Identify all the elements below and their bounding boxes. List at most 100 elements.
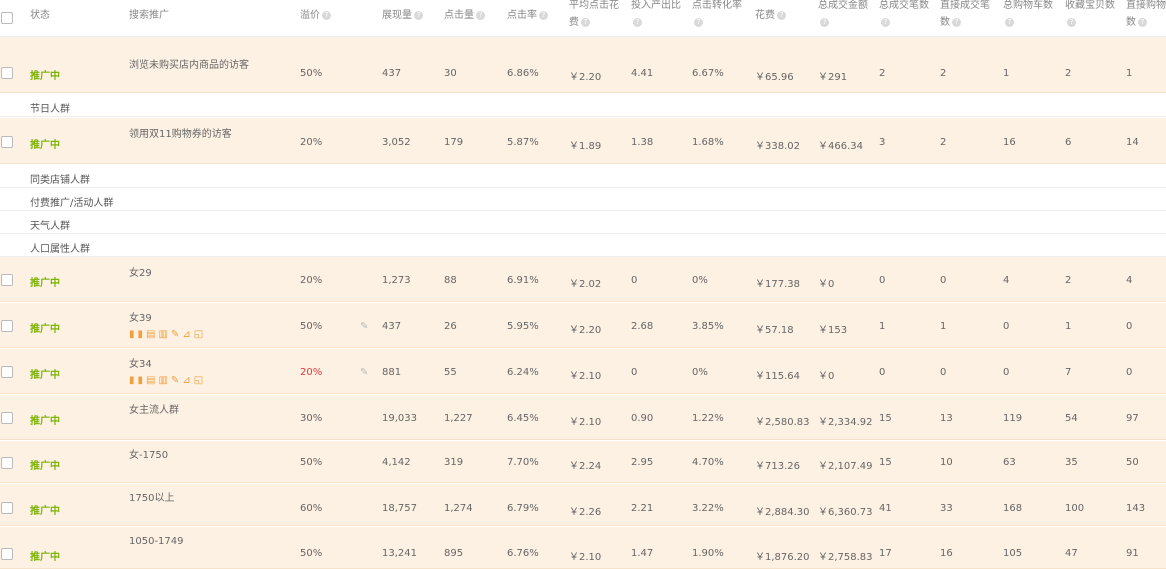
help-icon[interactable]: ? bbox=[414, 10, 423, 20]
premium[interactable]: 50% bbox=[300, 321, 322, 332]
report-icon[interactable]: ◱ bbox=[194, 329, 206, 340]
help-icon[interactable]: ? bbox=[881, 17, 890, 27]
roi: 0.90 bbox=[631, 413, 654, 424]
cost: ￥65.96 bbox=[755, 72, 794, 83]
row-checkbox[interactable] bbox=[1, 457, 13, 469]
row-checkbox[interactable] bbox=[1, 67, 13, 79]
premium[interactable]: 20% bbox=[300, 275, 322, 286]
premium[interactable]: 50% bbox=[300, 68, 322, 79]
table-row: 推广中 1750以上 60% 18,757 1,274 6.79% ￥2.26 … bbox=[0, 484, 1166, 526]
edit-icon[interactable]: ✎ bbox=[171, 329, 182, 340]
total-gmv: ￥291 bbox=[818, 72, 848, 83]
row-checkbox[interactable] bbox=[1, 274, 13, 286]
edit-icon[interactable]: ✎ bbox=[171, 375, 182, 386]
total-orders: 15 bbox=[879, 457, 892, 468]
pencil-icon[interactable]: ✎ bbox=[360, 321, 368, 332]
cost: ￥338.02 bbox=[755, 141, 800, 152]
premium[interactable]: 30% bbox=[300, 413, 322, 424]
row-checkbox[interactable] bbox=[1, 548, 13, 560]
direct-cart: 50 bbox=[1126, 457, 1139, 468]
row-checkbox[interactable] bbox=[1, 320, 13, 332]
table-row: 推广中 1050-1749 50% 13,241 895 6.76% ￥2.10… bbox=[0, 527, 1166, 569]
avg-cpc: ￥2.26 bbox=[569, 507, 602, 518]
cvr: 3.85% bbox=[692, 321, 724, 332]
direct-orders: 2 bbox=[940, 68, 947, 79]
delete-icon[interactable]: ▥ bbox=[158, 375, 170, 386]
chart-icon[interactable]: ⊿ bbox=[182, 329, 193, 340]
pencil-icon[interactable]: ✎ bbox=[360, 367, 368, 378]
header-avg-cpc[interactable]: 平均点击花费? bbox=[569, 0, 619, 31]
table-row: 推广中 女34 ▮▮▤▥✎⊿◱ 20% ✎ 881 55 6.24% ￥2.10… bbox=[0, 349, 1166, 394]
pause-icon[interactable]: ▮▮ bbox=[129, 329, 146, 340]
target-name: 浏览未购买店内商品的访客 bbox=[129, 60, 249, 71]
row-checkbox[interactable] bbox=[1, 136, 13, 148]
help-icon[interactable]: ? bbox=[694, 17, 703, 27]
header-direct-cart[interactable]: 直接购物车数? bbox=[1126, 0, 1166, 31]
group-header: 付费推广/活动人群 bbox=[0, 188, 1166, 211]
chart-icon[interactable]: ⊿ bbox=[182, 375, 193, 386]
group-header: 人口属性人群 bbox=[0, 234, 1166, 257]
group-label: 付费推广/活动人群 bbox=[30, 198, 114, 209]
header-cart[interactable]: 总购物车数? bbox=[1003, 0, 1053, 31]
cvr: 3.22% bbox=[692, 503, 724, 514]
total-gmv: ￥6,360.73 bbox=[818, 507, 873, 518]
clipboard-icon[interactable]: ▤ bbox=[146, 329, 158, 340]
ctr: 6.76% bbox=[507, 548, 539, 559]
premium[interactable]: 20% bbox=[300, 137, 322, 148]
pause-icon[interactable]: ▮▮ bbox=[129, 375, 146, 386]
header-clicks[interactable]: 点击量? bbox=[444, 7, 485, 24]
header-fav[interactable]: 收藏宝贝数? bbox=[1065, 0, 1115, 31]
total-orders: 2 bbox=[879, 68, 886, 79]
ctr: 6.79% bbox=[507, 503, 539, 514]
status-badge: 推广中 bbox=[30, 324, 60, 335]
roi: 1.47 bbox=[631, 548, 654, 559]
help-icon[interactable]: ? bbox=[952, 17, 961, 27]
row-checkbox[interactable] bbox=[1, 412, 13, 424]
report-icon[interactable]: ◱ bbox=[194, 375, 206, 386]
header-cost[interactable]: 花费? bbox=[755, 7, 786, 24]
row-checkbox[interactable] bbox=[1, 502, 13, 514]
target-name: 女主流人群 bbox=[129, 405, 179, 416]
header-premium[interactable]: 溢价? bbox=[300, 7, 331, 24]
select-all-checkbox[interactable] bbox=[1, 12, 13, 24]
cost: ￥115.64 bbox=[755, 371, 800, 382]
header-direct-orders[interactable]: 直接成交笔数? bbox=[940, 0, 990, 31]
roi: 2.21 bbox=[631, 503, 654, 514]
cvr: 4.70% bbox=[692, 457, 724, 468]
header-total-gmv[interactable]: 总成交金额? bbox=[818, 0, 868, 31]
premium[interactable]: 60% bbox=[300, 503, 322, 514]
help-icon[interactable]: ? bbox=[1138, 17, 1147, 27]
premium[interactable]: 50% bbox=[300, 548, 322, 559]
premium[interactable]: 50% bbox=[300, 457, 322, 468]
help-icon[interactable]: ? bbox=[581, 17, 590, 27]
help-icon[interactable]: ? bbox=[1067, 17, 1076, 27]
status-badge: 推广中 bbox=[30, 416, 60, 427]
target-name: 女29 bbox=[129, 268, 152, 279]
row-checkbox[interactable] bbox=[1, 366, 13, 378]
impressions: 19,033 bbox=[382, 413, 417, 424]
help-icon[interactable]: ? bbox=[633, 17, 642, 27]
header-roi[interactable]: 投入产出比? bbox=[631, 0, 681, 31]
premium[interactable]: 20% bbox=[300, 367, 322, 378]
total-orders: 15 bbox=[879, 413, 892, 424]
clipboard-icon[interactable]: ▤ bbox=[146, 375, 158, 386]
clicks: 895 bbox=[444, 548, 464, 559]
header-cvr[interactable]: 点击转化率? bbox=[692, 0, 742, 31]
help-icon[interactable]: ? bbox=[539, 10, 548, 20]
help-icon[interactable]: ? bbox=[820, 17, 829, 27]
header-impressions[interactable]: 展现量? bbox=[382, 7, 423, 24]
header-ctr[interactable]: 点击率? bbox=[507, 7, 548, 24]
cost: ￥2,580.83 bbox=[755, 417, 810, 428]
status-badge: 推广中 bbox=[30, 461, 60, 472]
cost: ￥57.18 bbox=[755, 325, 794, 336]
total-gmv: ￥2,107.49 bbox=[818, 461, 873, 472]
help-icon[interactable]: ? bbox=[777, 10, 786, 20]
delete-icon[interactable]: ▥ bbox=[158, 329, 170, 340]
fav: 35 bbox=[1065, 457, 1078, 468]
header-total-orders[interactable]: 总成交笔数? bbox=[879, 0, 929, 31]
help-icon[interactable]: ? bbox=[322, 10, 331, 20]
cart: 0 bbox=[1003, 367, 1010, 378]
help-icon[interactable]: ? bbox=[1005, 17, 1014, 27]
help-icon[interactable]: ? bbox=[476, 10, 485, 20]
cart: 0 bbox=[1003, 321, 1010, 332]
